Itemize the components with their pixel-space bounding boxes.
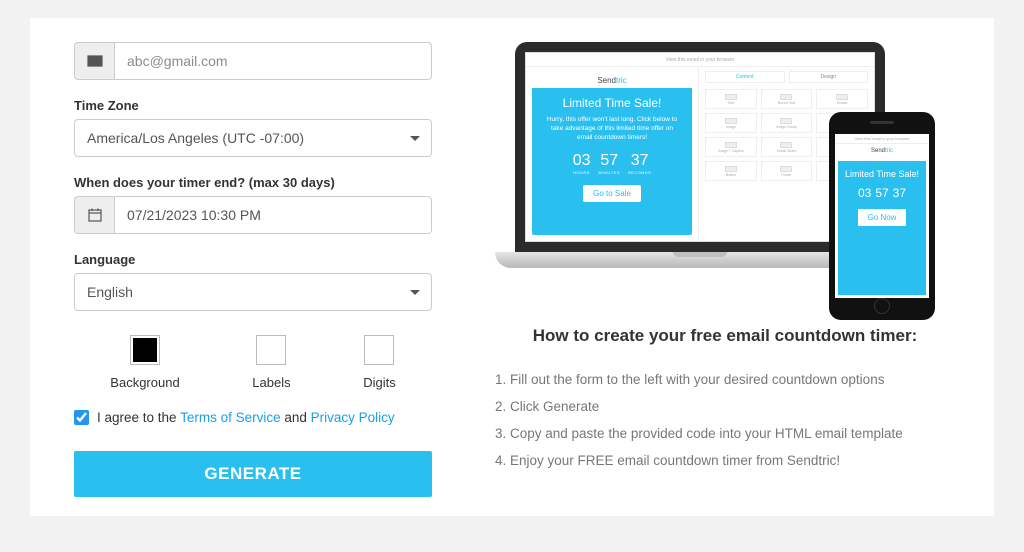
background-color-picker[interactable] (130, 335, 160, 365)
consent-prefix: I agree to the (97, 410, 180, 425)
timer-end-label: When does your timer end? (max 30 days) (74, 175, 432, 190)
sidebar-item: Image (705, 113, 757, 133)
sidebar-item: Divider (816, 89, 868, 109)
language-select-wrap: English (74, 273, 432, 311)
swatch-inner (259, 338, 283, 362)
promo-cta: Go to Sale (583, 185, 641, 202)
sidebar-item: Image + Caption (705, 137, 757, 157)
promo-subtitle: Hurry, this offer won't last long. Click… (544, 115, 680, 142)
howto-step: Enjoy your FREE email countdown timer fr… (510, 447, 958, 474)
promo-block: Sendtric Limited Time Sale! Hurry, this … (532, 73, 692, 235)
screen-main: Sendtric Limited Time Sale! Hurry, this … (526, 67, 874, 241)
howto-step: Click Generate (510, 393, 958, 420)
sidebar-item: Image Group (761, 113, 813, 133)
consent-mid: and (281, 410, 311, 425)
phone-promo-title: Limited Time Sale! (845, 169, 919, 180)
timer-seconds: 37SECONDS (628, 152, 651, 175)
howto-step: Fill out the form to the left with your … (510, 366, 958, 393)
main-card: Time Zone America/Los Angeles (UTC -07:0… (30, 18, 994, 516)
sidebar-tab: Design (789, 71, 869, 83)
swatch-digits: Digits (363, 335, 396, 390)
timer-hours: 03 (858, 186, 871, 200)
timer-end-group (74, 196, 432, 234)
phone-brand: Sendtric (835, 144, 929, 158)
laptop-screen: View this email in your browser Sendtric… (525, 52, 875, 242)
timer-end-field[interactable] (114, 196, 432, 234)
device-mockup: View this email in your browser Sendtric… (515, 42, 935, 312)
email-field[interactable] (114, 42, 432, 80)
promo-title: Limited Time Sale! (563, 96, 662, 110)
phone-cta: Go Now (857, 208, 908, 227)
swatch-inner (133, 338, 157, 362)
language-label: Language (74, 252, 432, 267)
calendar-icon (74, 196, 114, 234)
swatch-label: Labels (252, 375, 290, 390)
info-panel: View this email in your browser Sendtric… (460, 42, 994, 492)
screen-body: View this email in your browser Sendtric… (526, 53, 874, 241)
language-select[interactable]: English (74, 273, 432, 311)
phone-mock: View this email in your browser Sendtric… (829, 112, 935, 320)
consent-checkbox[interactable] (74, 410, 89, 425)
phone-topbar: View this email in your browser (835, 134, 929, 144)
color-swatches: Background Labels Digits (74, 335, 432, 390)
consent-row: I agree to the Terms of Service and Priv… (74, 410, 432, 425)
consent-text: I agree to the Terms of Service and Priv… (97, 410, 395, 425)
swatch-label: Digits (363, 375, 396, 390)
swatch-background: Background (110, 335, 179, 390)
sidebar-tab: Content (705, 71, 785, 83)
timer-seconds: 37 (893, 186, 906, 200)
email-group (74, 42, 432, 80)
timer-hours: 03HOURS (573, 152, 591, 175)
phone-promo: Limited Time Sale! 03 57 37 Go Now (838, 161, 926, 295)
swatch-inner (367, 338, 391, 362)
sidebar-item: Text (705, 89, 757, 109)
countdown-timer: 03HOURS 57MINUTES 37SECONDS (573, 152, 652, 175)
phone-screen: View this email in your browser Sendtric… (835, 134, 929, 298)
labels-color-picker[interactable] (256, 335, 286, 365)
howto-list: Fill out the form to the left with your … (492, 366, 958, 474)
digits-color-picker[interactable] (364, 335, 394, 365)
timezone-label: Time Zone (74, 98, 432, 113)
swatch-labels: Labels (252, 335, 290, 390)
generate-button[interactable]: GENERATE (74, 451, 432, 497)
sidebar-tabs: Content Design (705, 71, 868, 83)
form-panel: Time Zone America/Los Angeles (UTC -07:0… (30, 42, 460, 492)
sidebar-item: Boxed Text (761, 89, 813, 109)
privacy-link[interactable]: Privacy Policy (311, 410, 395, 425)
howto-title: How to create your free email countdown … (492, 326, 958, 346)
timer-minutes: 57 (875, 186, 888, 200)
timer-minutes: 57MINUTES (599, 152, 621, 175)
sidebar-item: Social Share (761, 137, 813, 157)
timezone-select[interactable]: America/Los Angeles (UTC -07:00) (74, 119, 432, 157)
brand-logo: Sendtric (532, 73, 692, 88)
swatch-label: Background (110, 375, 179, 390)
email-topbar: View this email in your browser (526, 53, 874, 67)
tos-link[interactable]: Terms of Service (180, 410, 281, 425)
howto-step: Copy and paste the provided code into yo… (510, 420, 958, 447)
phone-timer: 03 57 37 (858, 186, 906, 200)
sidebar-item: Footer (761, 161, 813, 181)
email-icon (74, 42, 114, 80)
timezone-select-wrap: America/Los Angeles (UTC -07:00) (74, 119, 432, 157)
sidebar-item: Button (705, 161, 757, 181)
